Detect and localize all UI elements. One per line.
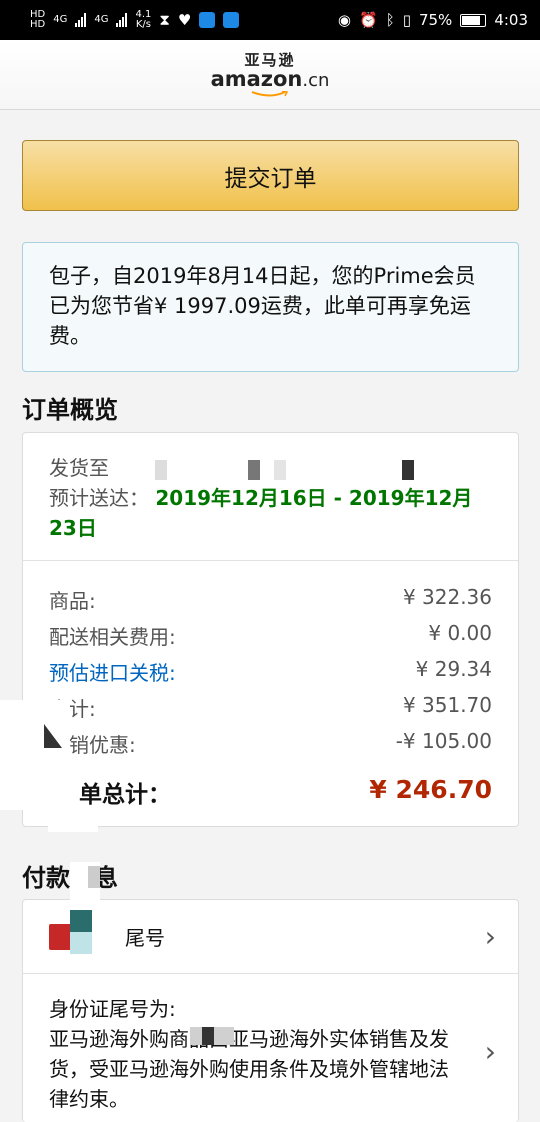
browser-app-icon (223, 12, 240, 28)
redacted-block (247, 459, 260, 480)
import-duty-link[interactable]: 预估进口关税: (49, 657, 176, 686)
price-row-items: 商品: ¥ 322.36 (49, 585, 492, 614)
heart-rate-icon: ♥ (177, 11, 192, 29)
shield-app-icon (199, 12, 216, 28)
status-bar-right: ◉ ⏰ ᛒ ▯ 75% 4:03 (338, 11, 528, 29)
disclaimer-text: 亚马逊海外购商品由亚马逊海外实体销售及发货，受亚马逊海外购使用条件及境外管辖地法… (49, 1027, 449, 1111)
redacted-block (0, 700, 70, 810)
redacted-block (88, 866, 100, 888)
logo-en-text: amazon (210, 67, 303, 91)
price-row-value: ¥ 351.70 (402, 693, 492, 717)
price-row-subtotal: 小计: ¥ 351.70 (49, 693, 492, 722)
card-number-label: 尾号 (125, 926, 165, 950)
logo-smile-icon (251, 91, 289, 97)
delivery-line: 预计送达： 2019年12月16日 - 2019年12月23日 (49, 483, 492, 543)
hd-label-2: HD (30, 19, 46, 30)
net-type-1: 4G (53, 14, 68, 25)
battery-percent: 75% (418, 11, 453, 29)
clock-time: 4:03 (494, 11, 528, 29)
vibrate-icon: ▯ (402, 11, 411, 29)
order-total: 单总计： ¥ 246.70 (79, 775, 492, 809)
order-total-label: 单总计： (79, 782, 171, 808)
redacted-block (274, 459, 287, 480)
price-row-label: 商品: (49, 589, 96, 613)
price-row-value: ¥ 29.34 (415, 657, 492, 681)
price-row-import-duty: 预估进口关税: ¥ 29.34 (49, 657, 492, 686)
redacted-block (70, 932, 92, 954)
shipping-info[interactable]: 发货至 预计送达： 2019年12月16日 - 2019年12月23日 (23, 433, 518, 561)
price-row-shipping: 配送相关费用: ¥ 0.00 (49, 621, 492, 650)
price-row-value: -¥ 105.00 (395, 729, 492, 753)
order-total-value: ¥ 246.70 (369, 775, 492, 804)
prime-savings-notice: 包子，自2019年8月14日起，您的Prime会员已为您节省¥ 1997.09运… (22, 242, 519, 372)
signal-2-icon (116, 13, 128, 27)
net-speed-unit: K/s (135, 19, 151, 30)
price-row-promotion: 促销优惠: -¥ 105.00 (49, 729, 492, 758)
order-summary-title: 订单概览 (22, 396, 118, 424)
redacted-block (155, 459, 168, 480)
status-bar: HD HD 4G 4G 4.1 K/s ⧗ ♥ ◉ ⏰ ᛒ ▯ 75% 4:03 (0, 0, 540, 40)
logo-en[interactable]: amazon.cn (211, 68, 330, 92)
hd-label: HD HD (30, 10, 45, 30)
chevron-right-icon: › (484, 920, 496, 953)
redacted-block (48, 812, 98, 832)
delivery-label: 预计送达： (49, 486, 149, 510)
net-speed: 4.1 K/s (135, 10, 151, 30)
price-row-label: 配送相关费用: (49, 625, 176, 649)
ship-to-label: 发货至 (49, 456, 109, 480)
signal-1-icon (75, 13, 87, 27)
disclaimer-block[interactable]: 身份证尾号为: 亚马逊海外购商品由亚马逊海外实体销售及发货，受亚马逊海外购使用条… (49, 994, 458, 1114)
price-row-value: ¥ 322.36 (402, 585, 492, 609)
hourglass-icon: ⧗ (159, 11, 170, 29)
redacted-block (70, 910, 92, 932)
alarm-icon: ⏰ (359, 11, 378, 29)
status-bar-left: HD HD 4G 4G 4.1 K/s ⧗ ♥ (30, 10, 240, 30)
order-summary-card: 发货至 预计送达： 2019年12月16日 - 2019年12月23日 商品: … (22, 432, 519, 827)
id-number-label: 身份证尾号为: (49, 997, 176, 1021)
redacted-block (202, 1027, 214, 1045)
redacted-block (402, 459, 415, 480)
net-type-2: 4G (94, 14, 109, 25)
battery-icon (460, 13, 487, 27)
eye-icon: ◉ (337, 11, 351, 29)
logo-suffix: .cn (302, 70, 330, 91)
bluetooth-icon: ᛒ (385, 11, 395, 29)
ship-to-line: 发货至 (49, 453, 492, 483)
price-row-value: ¥ 0.00 (428, 621, 492, 645)
logo-cn: 亚马逊 (244, 51, 296, 69)
app-header: 亚马逊 amazon.cn (0, 40, 540, 110)
submit-order-button[interactable]: 提交订单 (22, 140, 519, 211)
chevron-right-icon: › (484, 1035, 496, 1068)
